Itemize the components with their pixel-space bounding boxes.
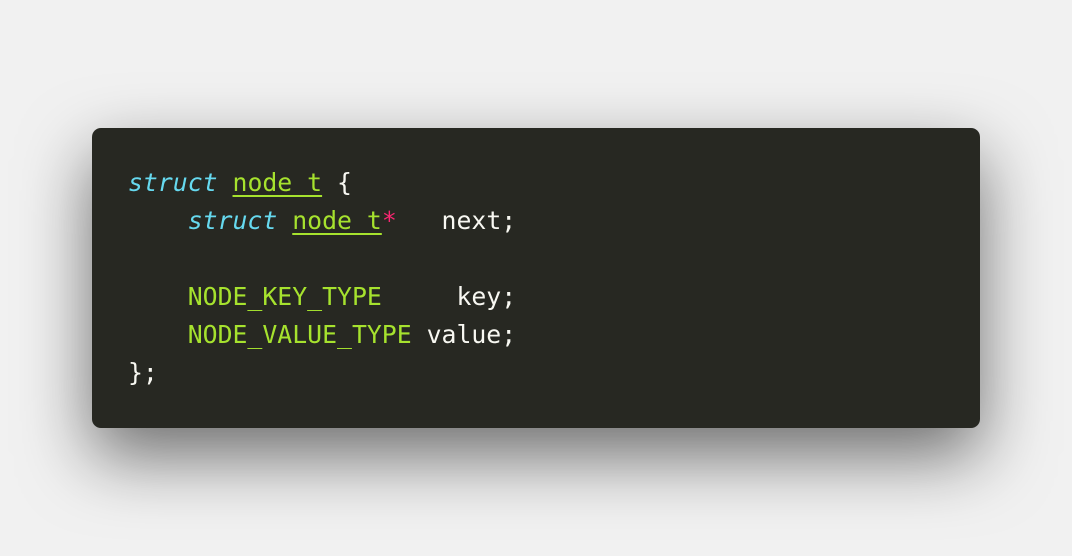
code-block: struct node_t { struct node_t* next; NOD… [92,128,980,428]
code-line-5: NODE_VALUE_TYPE value; [128,316,980,354]
macro-value-type: NODE_VALUE_TYPE [187,320,412,349]
open-brace: { [337,168,352,197]
field-value: value; [426,320,517,349]
type-name: node_t [232,168,323,197]
pointer-operator: * [381,206,397,235]
keyword-struct: struct [128,168,218,197]
code-line-1: struct node_t { [128,164,980,202]
keyword-struct: struct [187,206,278,235]
field-next: next; [441,206,517,235]
code-line-2: struct node_t* next; [128,202,980,240]
close-brace: }; [128,358,158,387]
field-key: key; [456,282,517,311]
code-line-4: NODE_KEY_TYPE key; [128,278,980,316]
code-content: struct node_t { struct node_t* next; NOD… [128,164,980,392]
type-name: node_t [292,206,382,235]
code-line-6: }; [128,354,980,392]
macro-key-type: NODE_KEY_TYPE [187,282,382,311]
